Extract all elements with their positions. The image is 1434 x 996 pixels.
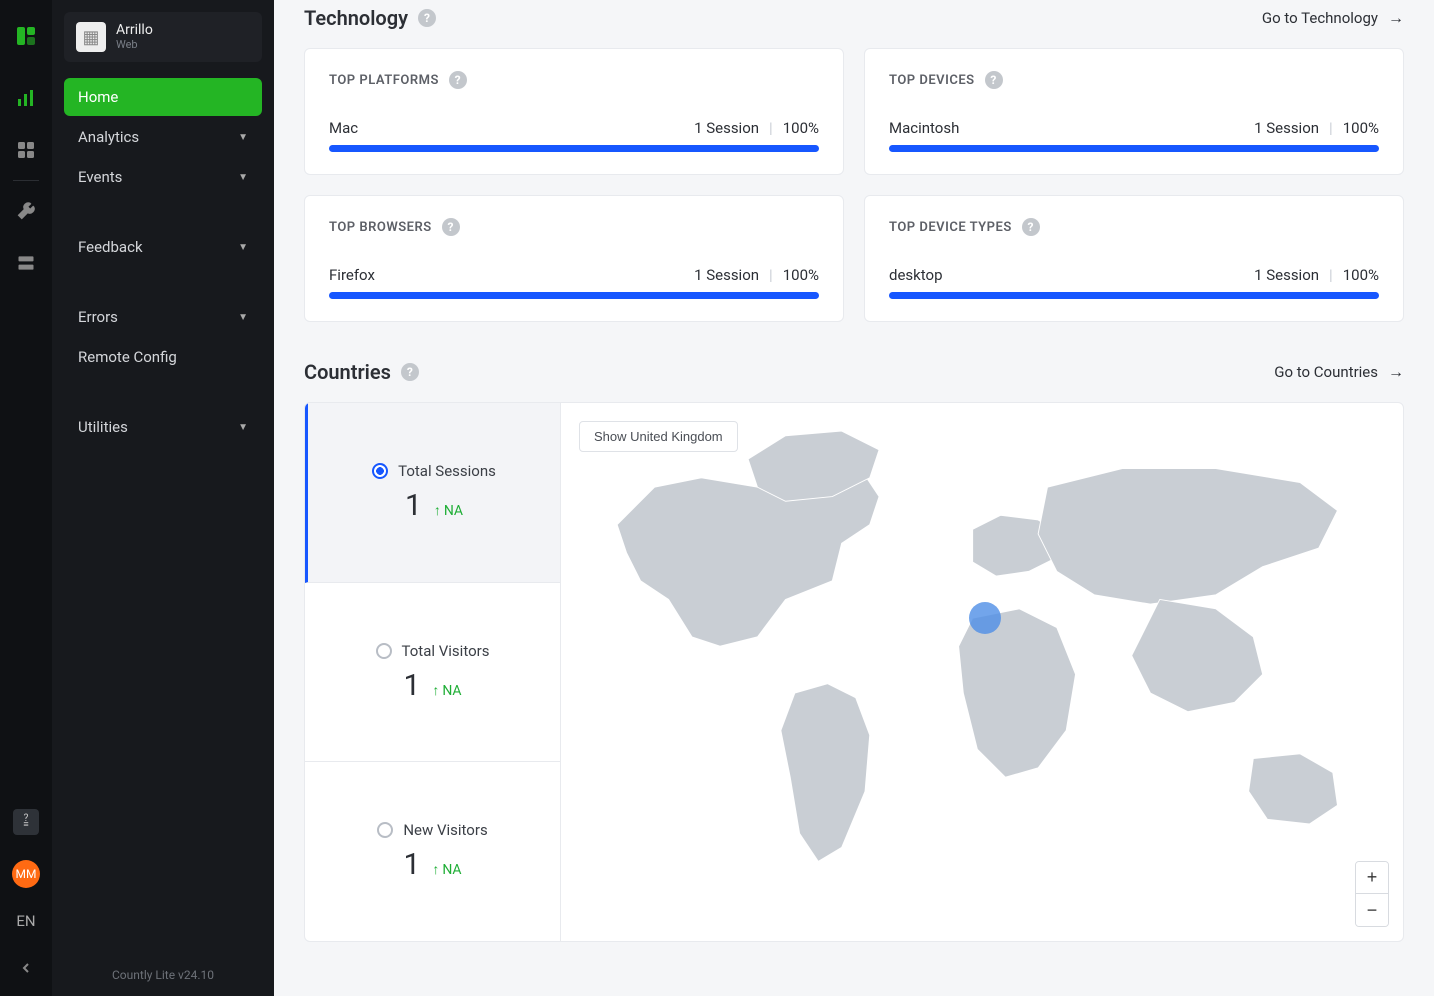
- nav-errors[interactable]: Errors▼: [64, 298, 262, 336]
- device-type-bar: [889, 292, 1379, 299]
- device-type-name: desktop: [889, 266, 943, 284]
- help-icon[interactable]: ?: [449, 71, 467, 89]
- top-device-types-card: TOP DEVICE TYPES? desktop 1 Session|100%: [864, 195, 1404, 322]
- nav-events[interactable]: Events▼: [64, 158, 262, 196]
- countries-panel: Total Sessions 1↑NA Total Visitors 1↑NA …: [304, 402, 1404, 942]
- nav-home[interactable]: Home: [64, 78, 262, 116]
- logo-icon[interactable]: [8, 18, 44, 54]
- app-icon: ▦: [76, 22, 106, 52]
- zoom-out-button[interactable]: −: [1356, 894, 1388, 926]
- country-metric-total-sessions[interactable]: Total Sessions 1↑NA: [305, 403, 560, 583]
- sidebar-version: Countly Lite v24.10: [52, 954, 274, 996]
- platform-bar: [329, 145, 819, 152]
- chevron-down-icon: ▼: [238, 172, 248, 183]
- app-platform: Web: [116, 38, 153, 51]
- arrow-right-icon: →: [1388, 362, 1404, 382]
- platform-name: Mac: [329, 119, 358, 137]
- help-icon[interactable]: ?: [1022, 218, 1040, 236]
- collapse-sidebar-icon[interactable]: [8, 950, 44, 986]
- device-bar: [889, 145, 1379, 152]
- countries-title: Countries: [304, 360, 391, 384]
- browser-name: Firefox: [329, 266, 375, 284]
- sidebar: ▦ Arrillo Web Home Analytics▼ Events▼ Fe…: [52, 0, 274, 996]
- app-name: Arrillo: [116, 23, 153, 38]
- map-zoom-controls: + −: [1355, 861, 1389, 927]
- analytics-rail-icon[interactable]: [8, 80, 44, 116]
- main-content: Technology ? Go to Technology → TOP PLAT…: [274, 0, 1434, 996]
- user-avatar[interactable]: MM: [8, 856, 44, 892]
- go-to-technology-link[interactable]: Go to Technology →: [1262, 8, 1404, 28]
- technology-header: Technology ? Go to Technology →: [304, 6, 1404, 30]
- icon-rail: ?≡ MM EN: [0, 0, 52, 996]
- help-icon[interactable]: ?: [401, 363, 419, 381]
- country-metric-new-visitors[interactable]: New Visitors 1↑NA: [305, 762, 560, 941]
- technology-title: Technology: [304, 6, 408, 30]
- wrench-rail-icon[interactable]: [8, 193, 44, 229]
- dashboards-rail-icon[interactable]: [8, 132, 44, 168]
- country-metric-total-visitors[interactable]: Total Visitors 1↑NA: [305, 583, 560, 763]
- top-platforms-card: TOP PLATFORMS? Mac 1 Session|100%: [304, 48, 844, 175]
- help-icon[interactable]: ?: [418, 9, 436, 27]
- device-name: Macintosh: [889, 119, 959, 137]
- nav-utilities[interactable]: Utilities▼: [64, 408, 262, 446]
- app-selector[interactable]: ▦ Arrillo Web: [64, 12, 262, 62]
- top-browsers-card: TOP BROWSERS? Firefox 1 Session|100%: [304, 195, 844, 322]
- arrow-right-icon: →: [1388, 8, 1404, 28]
- world-map[interactable]: Show United Kingdom: [561, 403, 1403, 941]
- browser-bar: [329, 292, 819, 299]
- server-rail-icon[interactable]: [8, 245, 44, 281]
- language-switch[interactable]: EN: [16, 912, 35, 930]
- top-devices-card: TOP DEVICES? Macintosh 1 Session|100%: [864, 48, 1404, 175]
- nav-feedback[interactable]: Feedback▼: [64, 228, 262, 266]
- countries-header: Countries ? Go to Countries →: [304, 360, 1404, 384]
- chevron-down-icon: ▼: [238, 242, 248, 253]
- radio-icon: [372, 463, 388, 479]
- radio-icon: [376, 643, 392, 659]
- help-icon[interactable]: ?: [442, 218, 460, 236]
- nav-remote-config[interactable]: Remote Config: [64, 338, 262, 376]
- rail-divider: [13, 180, 39, 181]
- chevron-down-icon: ▼: [238, 132, 248, 143]
- nav-analytics[interactable]: Analytics▼: [64, 118, 262, 156]
- help-icon[interactable]: ?: [985, 71, 1003, 89]
- countries-metric-list: Total Sessions 1↑NA Total Visitors 1↑NA …: [305, 403, 561, 941]
- radio-icon: [377, 822, 393, 838]
- help-rail-icon[interactable]: ?≡: [8, 804, 44, 840]
- zoom-in-button[interactable]: +: [1356, 862, 1388, 894]
- chevron-down-icon: ▼: [238, 312, 248, 323]
- chevron-down-icon: ▼: [238, 422, 248, 433]
- go-to-countries-link[interactable]: Go to Countries →: [1274, 362, 1404, 382]
